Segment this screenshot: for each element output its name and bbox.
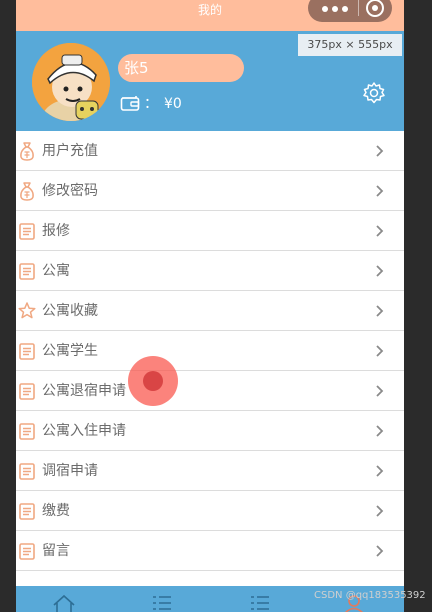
mini-program-capsule: [308, 0, 392, 22]
document-list-icon: [19, 463, 35, 480]
document-list-icon: [19, 503, 35, 520]
chevron-right-icon: [376, 225, 384, 237]
chevron-right-icon: [376, 545, 384, 557]
menu-item-label: 公寓收藏: [42, 303, 98, 319]
balance-separator: ：: [144, 96, 158, 112]
settings-gear-icon[interactable]: [362, 81, 386, 105]
avatar[interactable]: [32, 43, 110, 121]
menu-item-apartment-students[interactable]: 公寓学生: [16, 331, 404, 371]
menu-item-label: 用户充值: [42, 143, 98, 159]
document-list-icon: [19, 423, 35, 440]
balance-value: ¥0: [164, 96, 182, 112]
watermark: CSDN @qq183535392: [314, 590, 426, 601]
list-icon[interactable]: [150, 593, 174, 612]
more-icon[interactable]: [322, 6, 348, 12]
money-bag-icon: [20, 142, 34, 161]
nav-bar: 我的: [16, 0, 404, 31]
chevron-right-icon: [376, 265, 384, 277]
menu-item-label: 公寓入住申请: [42, 423, 126, 439]
home-icon[interactable]: [52, 593, 76, 612]
close-target-icon[interactable]: [366, 0, 384, 17]
menu-item-apartment-favorites[interactable]: 公寓收藏: [16, 291, 404, 331]
star-icon: [18, 302, 36, 319]
chevron-right-icon: [376, 505, 384, 517]
menu-item-change-password[interactable]: 修改密码: [16, 171, 404, 211]
money-bag-icon: [20, 182, 34, 201]
menu-item-label: 公寓学生: [42, 343, 98, 359]
chevron-right-icon: [376, 385, 384, 397]
menu-item-message[interactable]: 留言: [16, 531, 404, 571]
menu-item-label: 留言: [42, 543, 70, 559]
wallet-icon: [120, 96, 140, 111]
menu-item-label: 缴费: [42, 503, 70, 519]
menu-item-payment[interactable]: 缴费: [16, 491, 404, 531]
document-list-icon: [19, 543, 35, 560]
menu-list: 用户充值 修改密码 报修 公寓 公寓收藏 公寓学生 公寓退宿申请 公寓入住申请 …: [16, 131, 404, 571]
document-list-icon: [19, 343, 35, 360]
username-badge: 张5: [118, 54, 244, 82]
chevron-right-icon: [376, 305, 384, 317]
avatar-cartoon-icon: [32, 43, 110, 121]
chevron-right-icon: [376, 185, 384, 197]
menu-item-label: 调宿申请: [42, 463, 98, 479]
menu-item-label: 修改密码: [42, 183, 98, 199]
menu-item-apartment[interactable]: 公寓: [16, 251, 404, 291]
touch-indicator: [128, 356, 178, 406]
menu-item-label: 公寓: [42, 263, 70, 279]
list-icon[interactable]: [248, 593, 272, 612]
menu-item-room-transfer[interactable]: 调宿申请: [16, 451, 404, 491]
menu-item-checkout-application[interactable]: 公寓退宿申请: [16, 371, 404, 411]
document-list-icon: [19, 263, 35, 280]
document-list-icon: [19, 383, 35, 400]
viewport-size-label: 375px × 555px: [298, 34, 402, 56]
menu-item-label: 报修: [42, 223, 70, 239]
menu-item-checkin-application[interactable]: 公寓入住申请: [16, 411, 404, 451]
chevron-right-icon: [376, 465, 384, 477]
capsule-divider: [358, 0, 359, 16]
chevron-right-icon: [376, 425, 384, 437]
menu-item-label: 公寓退宿申请: [42, 383, 126, 399]
menu-item-repair[interactable]: 报修: [16, 211, 404, 251]
document-list-icon: [19, 223, 35, 240]
phone-screen: 我的 张5 ： ¥0 用户充值 修改密码 报修 公寓 公寓收藏 公寓学生 公寓退…: [16, 0, 404, 612]
chevron-right-icon: [376, 345, 384, 357]
chevron-right-icon: [376, 145, 384, 157]
menu-item-recharge[interactable]: 用户充值: [16, 131, 404, 171]
